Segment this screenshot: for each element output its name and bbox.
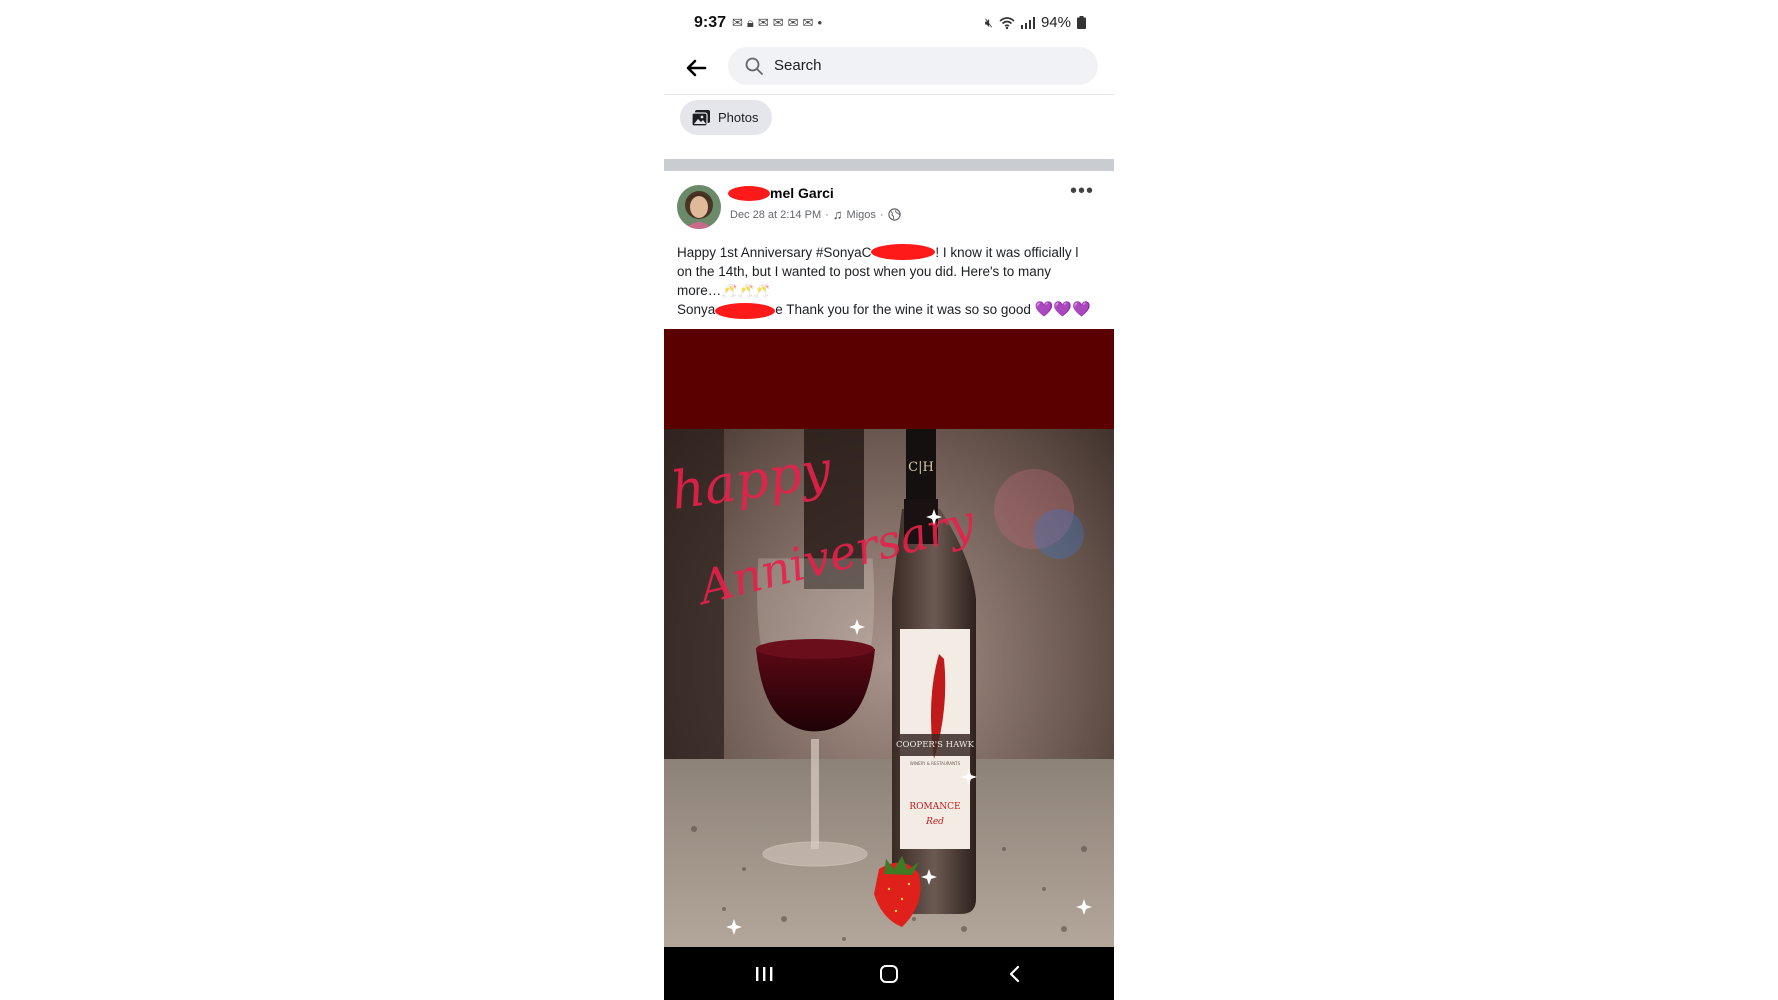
section-divider xyxy=(664,159,1114,171)
signal-icon xyxy=(1020,16,1035,29)
chevron-left-icon xyxy=(1009,965,1020,982)
gmail-icon: ✉ xyxy=(757,15,769,30)
photo-top-band xyxy=(664,329,1114,429)
globe-icon[interactable] xyxy=(887,208,901,221)
android-nav-bar xyxy=(664,947,1114,1000)
back-arrow-icon xyxy=(686,59,707,77)
post-header: mel Garci Dec 28 at 2:14 PM · ♫ Migos · … xyxy=(664,180,1114,236)
notification-icons: ✉ 🔒︎ ✉ ✉ ✉ ✉ • xyxy=(732,15,822,31)
photos-filter-chip[interactable]: Photos xyxy=(680,100,773,135)
post-author-name[interactable]: mel Garci xyxy=(770,185,834,201)
redaction-mark xyxy=(871,244,936,260)
home-icon xyxy=(880,964,898,983)
battery-icon xyxy=(1077,16,1086,29)
bottle-wine-label: ROMANCE xyxy=(909,802,960,812)
gmail-icon: ✉ xyxy=(772,15,784,30)
music-label[interactable]: Migos xyxy=(847,209,876,221)
nav-back-button[interactable] xyxy=(984,947,1044,1000)
caption-line-1: Happy 1st Anniversary #SonyaC ! I know it… xyxy=(677,243,1101,262)
more-options-button[interactable]: ••• xyxy=(1070,180,1094,203)
search-icon xyxy=(745,57,763,75)
redaction-mark xyxy=(715,303,776,319)
back-button[interactable] xyxy=(682,54,710,82)
lock-icon: 🔒︎ xyxy=(746,15,754,30)
post-meta: Dec 28 at 2:14 PM · ♫ Migos · xyxy=(730,207,901,222)
caption-text: e Thank you for the wine it was so so go… xyxy=(775,302,1031,317)
bottle-monogram: C|H xyxy=(908,460,934,475)
avatar-image xyxy=(677,185,721,229)
bottle-sub-label: WINERY & RESTAURANTS xyxy=(910,761,961,766)
music-note-icon: ♫ xyxy=(832,207,843,222)
home-button[interactable] xyxy=(859,947,919,1000)
caption-text: Happy 1st Anniversary #SonyaC xyxy=(677,245,872,260)
status-time: 9:37 xyxy=(694,14,727,31)
mute-icon: 🔇︎ xyxy=(984,14,993,30)
purple-heart-emoji: 💜💜💜 xyxy=(1034,301,1091,318)
phone-screen: 9:37 ✉ 🔒︎ ✉ ✉ ✉ ✉ • 🔇︎ 94% Search Photos… xyxy=(664,0,1114,1000)
search-placeholder: Search xyxy=(774,57,822,74)
photos-chip-label: Photos xyxy=(718,110,759,125)
status-bar: 9:37 ✉ 🔒︎ ✉ ✉ ✉ ✉ • 🔇︎ 94% xyxy=(664,0,1114,48)
search-input[interactable]: Search xyxy=(728,47,1098,85)
bottle-brand-label: COOPER'S HAWK xyxy=(896,740,975,750)
gmail-icon: ✉ xyxy=(787,15,799,30)
caption-mention[interactable]: Sonya xyxy=(677,302,715,317)
redaction-mark xyxy=(728,186,770,201)
dot-icon: • xyxy=(817,15,823,30)
caption-line-2: on the 14th, but I wanted to post when y… xyxy=(677,264,1052,279)
caption-line-3: more…🥂🥂🥂 xyxy=(677,281,1101,300)
recent-apps-button[interactable] xyxy=(734,947,794,1000)
recent-apps-icon xyxy=(756,966,773,981)
wifi-icon xyxy=(999,16,1015,29)
clinking-glasses-emoji: 🥂🥂🥂 xyxy=(721,283,770,298)
meta-separator: · xyxy=(825,208,829,221)
avatar[interactable] xyxy=(677,185,721,229)
post-photo[interactable]: C|H COOPER'S HAWK WINERY & RESTAURANTS R… xyxy=(664,329,1114,947)
post-timestamp[interactable]: Dec 28 at 2:14 PM xyxy=(730,209,821,221)
caption-line-4: Sonya e Thank you for the wine it was so … xyxy=(677,300,1101,319)
post-photo-image: C|H COOPER'S HAWK WINERY & RESTAURANTS R… xyxy=(664,329,1114,947)
gmail-icon: ✉ xyxy=(732,15,743,30)
caption-text: more… xyxy=(677,283,722,298)
photos-icon xyxy=(692,109,710,126)
bottle-wine-sub-label: Red xyxy=(925,817,944,827)
battery-percent: 94% xyxy=(1040,14,1071,31)
meta-separator: · xyxy=(879,208,884,221)
gmail-icon: ✉ xyxy=(802,15,814,30)
app-header: Search xyxy=(664,44,1114,95)
caption-text: ! I know it was officially l xyxy=(935,245,1079,260)
status-right: 🔇︎ 94% xyxy=(985,14,1086,31)
post-caption: Happy 1st Anniversary #SonyaC ! I know it… xyxy=(677,243,1101,319)
